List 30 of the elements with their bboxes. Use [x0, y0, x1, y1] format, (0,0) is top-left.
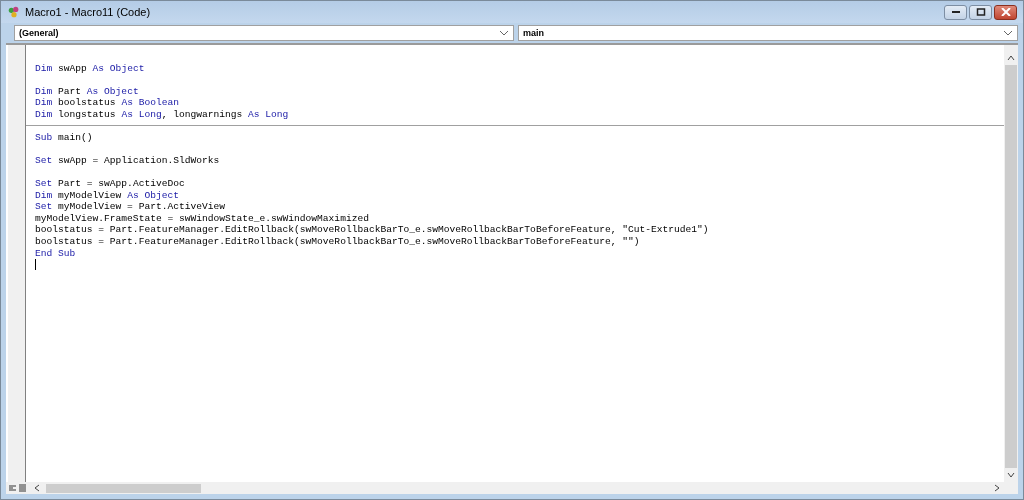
chevron-up-icon[interactable] [1007, 55, 1015, 61]
code-line: Dim myModelView As Object [35, 189, 180, 202]
code-line: Set myModelView = Part.ActiveView [35, 201, 226, 213]
code-line: boolstatus = Part.FeatureManager.EditRollback(swMoveRollbackBarTo_e.swMoveRollbackBarToBeforeFeature, "Cut-Extrude1") [35, 224, 710, 236]
code-line: Dim Part As Object [35, 85, 140, 98]
text-cursor [35, 259, 36, 271]
object-dropdown[interactable]: (General) [14, 25, 514, 41]
chevron-down-icon[interactable] [1007, 472, 1015, 478]
minimize-button[interactable] [944, 4, 967, 20]
chevron-left-icon[interactable] [34, 484, 40, 492]
code-line: Dim boolstatus As Boolean [35, 97, 180, 109]
code-line: Set swApp = Application.SldWorks [35, 154, 221, 167]
vertical-scrollbar[interactable] [1004, 45, 1018, 482]
code-line: boolstatus = Part.FeatureManager.EditRollback(swMoveRollbackBarTo_e.swMoveRollbackBarToBeforeFeature, "") [35, 235, 641, 248]
window-title: Macro1 - Macro11 (Code) [25, 6, 151, 18]
close-button[interactable] [994, 4, 1017, 20]
code-line: Sub main() [35, 131, 94, 144]
chevron-down-icon [1003, 30, 1013, 36]
code-line: Set Part = swApp.ActiveDoc [35, 177, 186, 190]
close-icon [1000, 8, 1011, 16]
maximize-button[interactable] [969, 4, 992, 20]
code-line: myModelView.FrameState = swWindowState_e.swWindowMaximized [35, 212, 370, 225]
code-line: Dim swApp As Object [35, 62, 146, 75]
chevron-down-icon [499, 30, 509, 36]
code-line: End Sub [35, 247, 77, 260]
macro-icon [7, 5, 21, 19]
maximize-icon [975, 8, 986, 16]
code-line: Dim longstatus As Long, longwarnings As Long [35, 108, 290, 121]
procedure-dropdown[interactable]: main [518, 25, 1018, 41]
chevron-right-icon[interactable] [994, 484, 1000, 492]
